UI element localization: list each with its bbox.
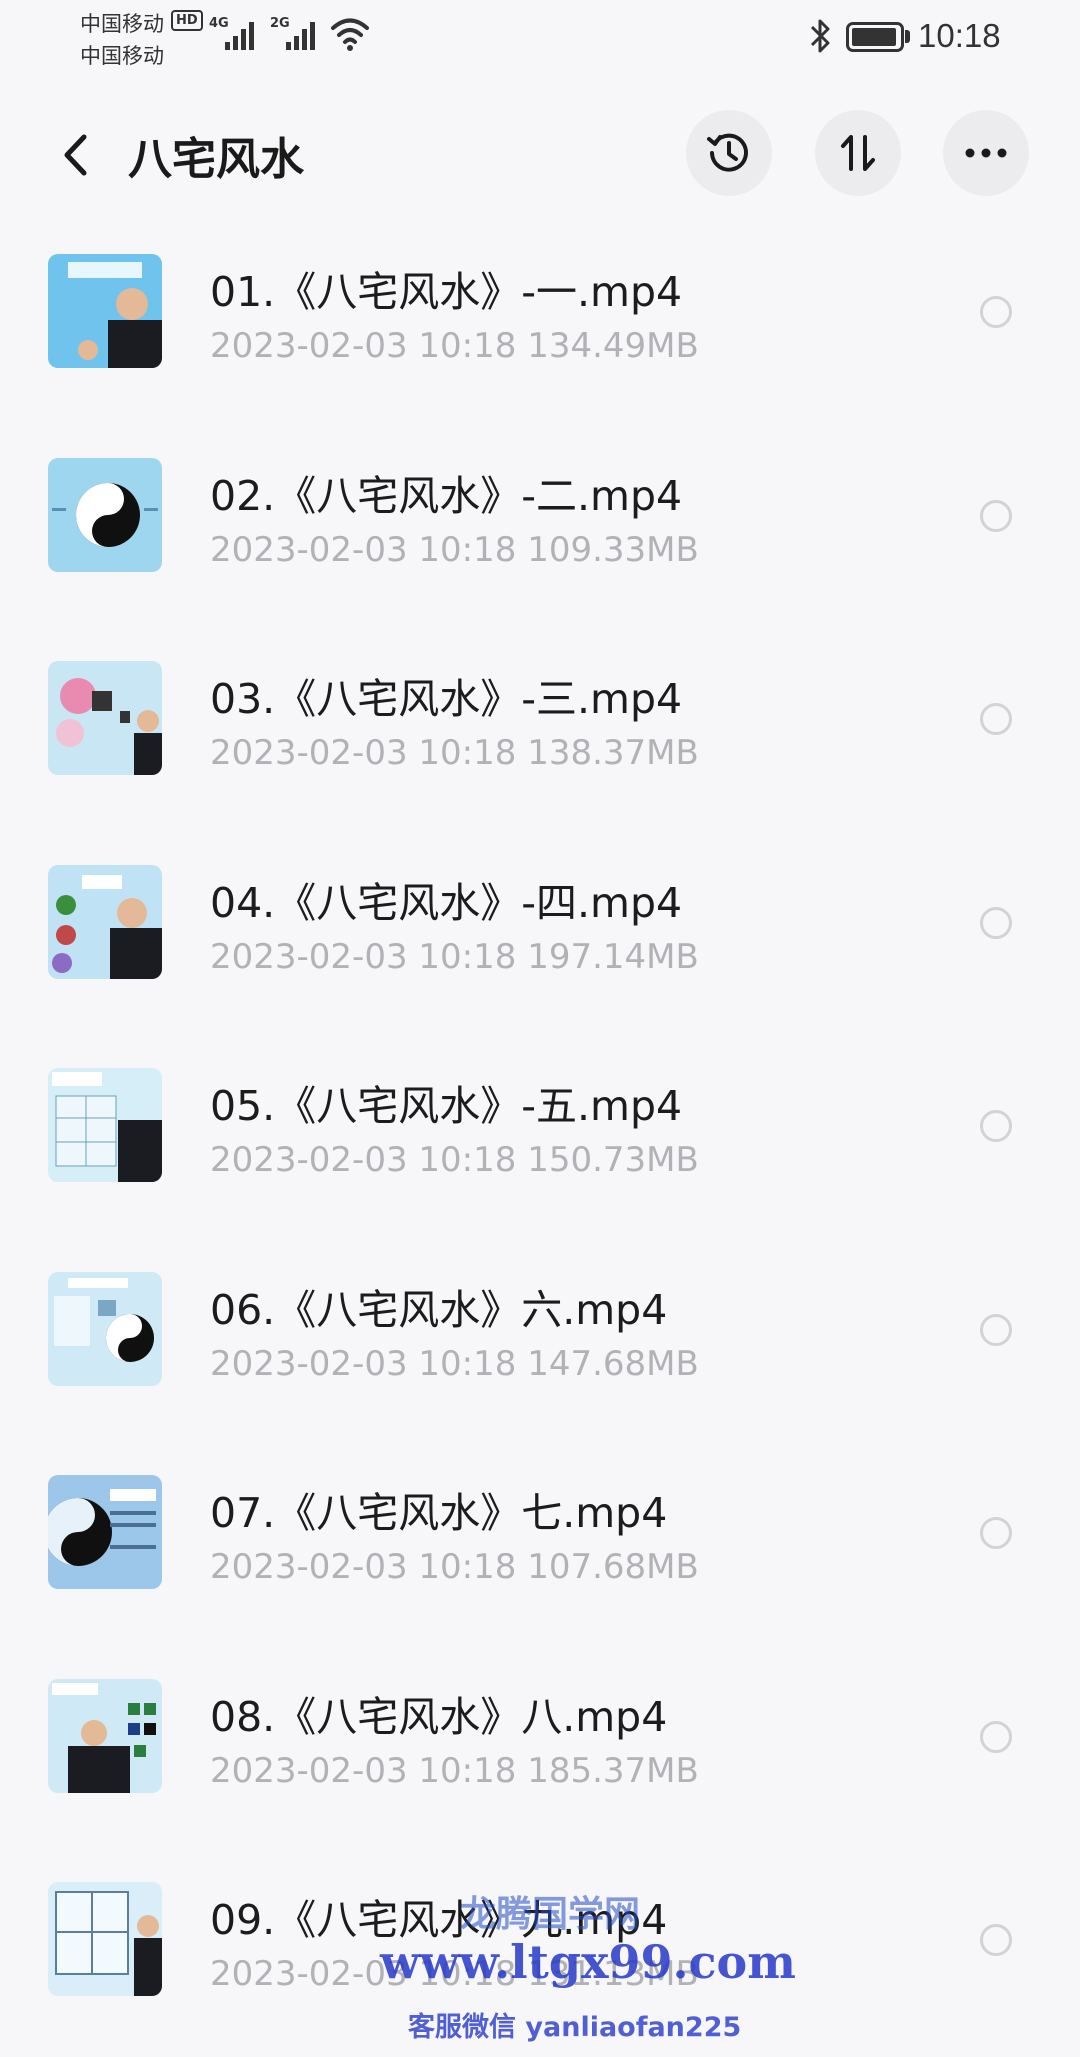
sort-icon [841, 135, 875, 171]
file-name: 01.《八宅风水》-一.mp4 [210, 268, 683, 316]
select-radio[interactable] [980, 1313, 1012, 1346]
video-thumbnail [48, 457, 162, 572]
select-radio[interactable] [980, 1110, 1012, 1142]
file-row[interactable]: 05.《八宅风水》-五.mp4 2023-02-03 10:18 150.73M… [0, 1030, 1080, 1234]
more-options-button[interactable] [943, 110, 1029, 196]
select-radio[interactable] [980, 499, 1012, 532]
video-thumbnail [48, 1068, 162, 1182]
video-thumbnail [48, 864, 162, 979]
file-row[interactable]: 04.《八宅风水》-四.mp4 2023-02-03 10:18 197.14M… [0, 827, 1080, 1031]
status-time: 10:18 [918, 17, 1001, 54]
file-name: 06.《八宅风水》六.mp4 [210, 1285, 668, 1334]
video-thumbnail [48, 1271, 162, 1386]
history-icon [707, 133, 748, 172]
video-thumbnail [48, 1678, 162, 1793]
status-bar: 中国移动 HD 中国移动 4G 2G 10:18 [0, 0, 1080, 80]
app-header: 八宅风水 [0, 100, 1080, 210]
signal-icon-1 [225, 18, 254, 50]
file-row[interactable]: 06.《八宅风水》六.mp4 2023-02-03 10:18 147.68MB [0, 1234, 1080, 1438]
file-name: 04.《八宅风水》-四.mp4 [210, 878, 683, 927]
file-row[interactable]: 07.《八宅风水》七.mp4 2023-02-03 10:18 107.68MB [0, 1437, 1080, 1641]
video-thumbnail [48, 1475, 162, 1589]
video-thumbnail [48, 254, 162, 368]
wifi-icon [331, 18, 369, 51]
file-row[interactable]: 08.《八宅风水》八.mp4 2023-02-03 10:18 185.37MB [0, 1641, 1080, 1845]
file-name: 05.《八宅风水》-五.mp4 [210, 1082, 683, 1130]
file-name: 02.《八宅风水》-二.mp4 [210, 471, 683, 520]
file-row[interactable]: 01.《八宅风水》-一.mp4 2023-02-03 10:18 134.49M… [0, 216, 1080, 420]
file-list: 01.《八宅风水》-一.mp4 2023-02-03 10:18 134.49M… [0, 216, 1080, 2048]
battery-cap [905, 30, 910, 43]
watermark-site-name: 龙腾国学网 [460, 1894, 641, 1935]
battery-icon [846, 22, 904, 52]
back-button[interactable] [50, 125, 100, 185]
video-thumbnail [48, 1882, 162, 1996]
select-radio[interactable] [980, 1720, 1012, 1753]
page-title: 八宅风水 [128, 134, 304, 185]
carrier-label-1: 中国移动 [80, 12, 164, 36]
file-meta: 2023-02-03 10:18 109.33MB [210, 529, 699, 570]
video-thumbnail [48, 661, 162, 775]
back-icon [64, 134, 87, 176]
carrier-label-2: 中国移动 [80, 44, 164, 68]
file-meta: 2023-02-03 10:18 150.73MB [210, 1140, 699, 1180]
file-name: 08.《八宅风水》八.mp4 [210, 1692, 668, 1741]
history-button[interactable] [686, 110, 772, 196]
file-meta: 2023-02-03 10:18 147.68MB [210, 1343, 699, 1384]
select-radio[interactable] [980, 296, 1012, 328]
file-name: 07.《八宅风水》七.mp4 [210, 1489, 668, 1537]
select-radio[interactable] [980, 703, 1012, 735]
file-meta: 2023-02-03 10:18 197.14MB [210, 936, 699, 977]
file-meta: 2023-02-03 10:18 107.68MB [210, 1547, 699, 1587]
select-radio[interactable] [980, 906, 1012, 939]
watermark-contact: 客服微信 yanliaofan225 [408, 2012, 742, 2043]
file-row[interactable]: 02.《八宅风水》-二.mp4 2023-02-03 10:18 109.33M… [0, 420, 1080, 624]
signal-icon-2 [286, 18, 315, 50]
file-name: 03.《八宅风水》-三.mp4 [210, 675, 683, 723]
battery-fill [852, 28, 896, 46]
sort-button[interactable] [815, 110, 901, 196]
file-meta: 2023-02-03 10:18 138.37MB [210, 733, 699, 773]
hd-badge: HD [171, 10, 203, 31]
more-icon [965, 148, 1007, 158]
watermark-url: www.ltgx99.com [380, 1935, 796, 1989]
file-row[interactable]: 03.《八宅风水》-三.mp4 2023-02-03 10:18 138.37M… [0, 623, 1080, 827]
select-radio[interactable] [980, 1517, 1012, 1549]
file-meta: 2023-02-03 10:18 185.37MB [210, 1750, 699, 1791]
bluetooth-icon [810, 19, 830, 53]
select-radio[interactable] [980, 1924, 1012, 1956]
file-meta: 2023-02-03 10:18 134.49MB [210, 326, 699, 366]
